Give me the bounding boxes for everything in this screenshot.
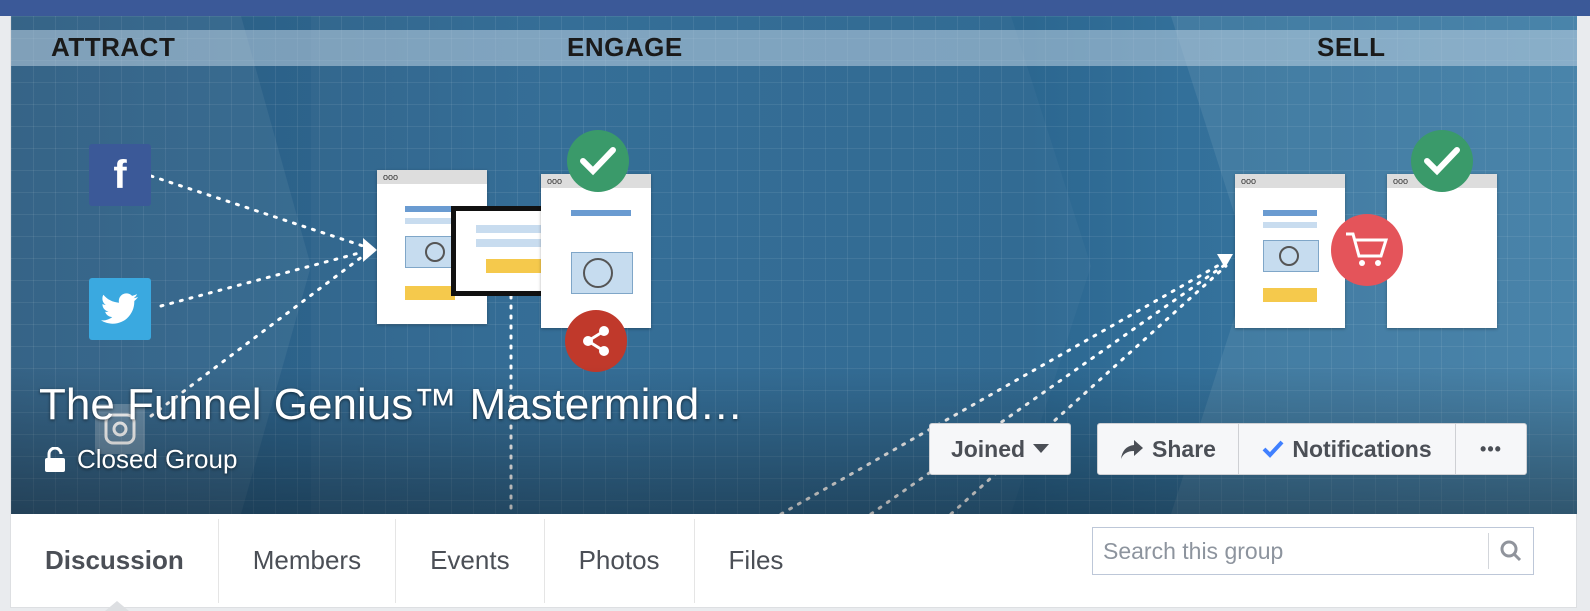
share-network-icon xyxy=(565,310,627,372)
group-search xyxy=(1092,527,1534,575)
joined-label: Joined xyxy=(950,435,1026,462)
share-button[interactable]: Share xyxy=(1098,424,1238,474)
share-label: Share xyxy=(1152,435,1216,462)
tab-photos[interactable]: Photos xyxy=(545,519,694,603)
top-navigation-bar xyxy=(0,0,1590,16)
video-page-window: ooo xyxy=(541,174,651,328)
cover-photo: ATTRACT ENGAGE SELL f ooo ooo ooo ooo Th… xyxy=(11,16,1577,514)
group-actions: Share Notifications ••• xyxy=(1097,423,1527,475)
group-header-card: ATTRACT ENGAGE SELL f ooo ooo ooo ooo Th… xyxy=(10,16,1577,611)
facebook-icon: f xyxy=(89,144,151,206)
search-button[interactable] xyxy=(1488,533,1533,569)
checkmark-icon xyxy=(1262,440,1284,458)
check-icon xyxy=(567,130,629,192)
tab-discussion[interactable]: Discussion xyxy=(11,519,218,611)
more-icon: ••• xyxy=(1480,438,1502,459)
joined-button[interactable]: Joined xyxy=(929,423,1071,475)
twitter-icon xyxy=(89,278,151,340)
group-title[interactable]: The Funnel Genius™ Mastermind… xyxy=(39,380,743,430)
notifications-button[interactable]: Notifications xyxy=(1238,424,1455,474)
lock-icon xyxy=(45,446,65,472)
more-options-button[interactable]: ••• xyxy=(1455,424,1526,474)
chevron-down-icon xyxy=(1033,444,1050,453)
tab-members[interactable]: Members xyxy=(219,519,395,603)
tab-events[interactable]: Events xyxy=(396,519,544,603)
shopping-cart-icon xyxy=(1331,214,1403,286)
thank-you-page-window: ooo xyxy=(1387,174,1497,328)
privacy-label: Closed Group xyxy=(77,444,238,474)
active-tab-indicator xyxy=(105,600,129,611)
group-privacy: Closed Group xyxy=(43,444,237,475)
check-icon xyxy=(1411,130,1473,192)
notifications-label: Notifications xyxy=(1292,435,1432,462)
checkout-page-window: ooo xyxy=(1235,174,1345,328)
share-arrow-icon xyxy=(1121,440,1144,459)
tab-files[interactable]: Files xyxy=(695,519,818,603)
search-input[interactable] xyxy=(1093,528,1488,574)
search-icon xyxy=(1500,540,1522,562)
